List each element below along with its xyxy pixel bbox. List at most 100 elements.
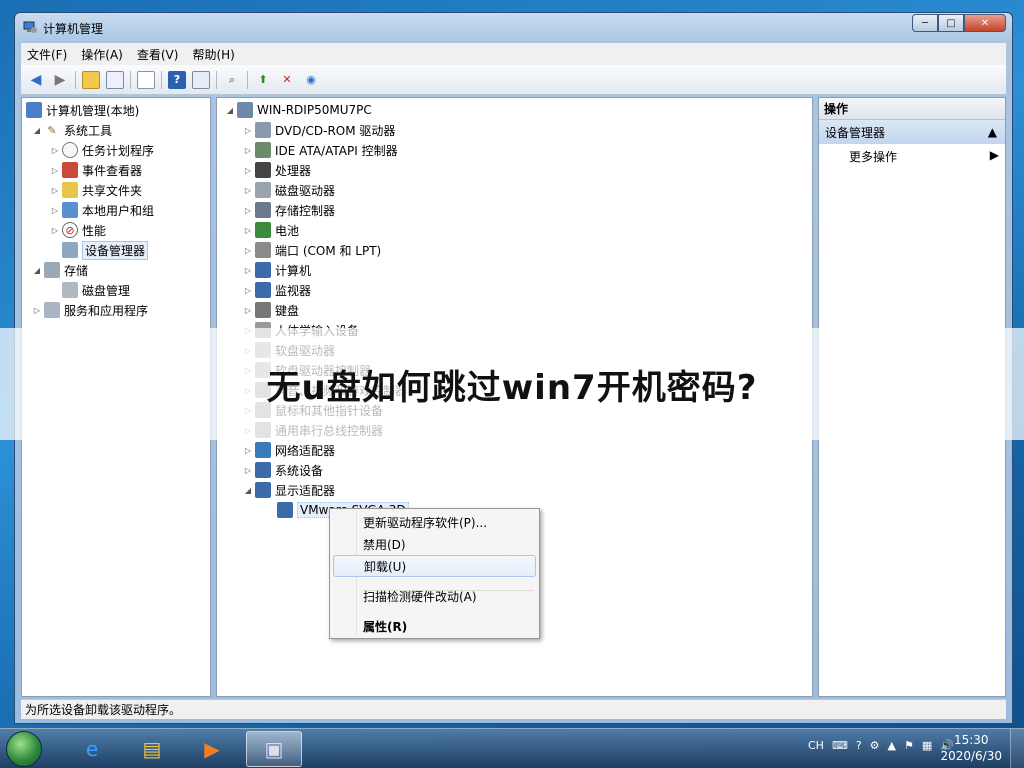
device-category-item[interactable]: ▷ 监视器 bbox=[243, 280, 311, 300]
device-category-item[interactable]: ▷ 磁盘驱动器 bbox=[243, 180, 335, 200]
scan-hardware-icon[interactable]: ⌕ bbox=[223, 71, 241, 89]
tree-item-system-tools[interactable]: ◢ ✎ 系统工具 bbox=[32, 120, 112, 140]
display-adapter-icon bbox=[277, 502, 293, 518]
maximize-button[interactable]: □ bbox=[938, 14, 964, 32]
collapsed-arrow-icon[interactable]: ▷ bbox=[243, 226, 253, 235]
device-category-item[interactable]: ▷ 存储控制器 bbox=[243, 200, 335, 220]
clock[interactable]: 15:30 2020/6/30 bbox=[940, 732, 1002, 764]
collapsed-arrow-icon[interactable]: ▷ bbox=[50, 186, 60, 195]
show-hidden-icons[interactable]: ▲ bbox=[888, 739, 896, 752]
title-bar[interactable]: 计算机管理 ─ □ ✕ bbox=[15, 13, 1012, 41]
actions-section-label: 设备管理器 bbox=[825, 125, 886, 140]
device-category-item[interactable]: ▷ 系统设备 bbox=[243, 460, 323, 480]
tree-item-services[interactable]: ▷ 服务和应用程序 bbox=[32, 300, 148, 320]
collapsed-arrow-icon[interactable]: ▷ bbox=[243, 446, 253, 455]
help-tray-icon[interactable]: ? bbox=[856, 739, 862, 752]
device-category-label: 键盘 bbox=[275, 303, 300, 318]
device-category-label: 显示适配器 bbox=[275, 483, 336, 498]
media-player-icon[interactable]: ▶ bbox=[184, 731, 240, 767]
disable-menu-item[interactable]: 禁用(D) bbox=[333, 533, 536, 555]
show-hide-tree-icon[interactable] bbox=[106, 70, 124, 89]
forward-icon[interactable]: ▶ bbox=[51, 71, 69, 89]
show-desktop-button[interactable] bbox=[1010, 729, 1024, 768]
device-category-item[interactable]: ▷ DVD/CD-ROM 驱动器 bbox=[243, 120, 395, 140]
settings-tray-icon[interactable]: ⚙ bbox=[870, 739, 880, 752]
collapsed-arrow-icon[interactable]: ▷ bbox=[243, 246, 253, 255]
clock-time: 15:30 bbox=[953, 733, 989, 747]
file-explorer-icon[interactable]: ▤ bbox=[124, 731, 180, 767]
expanded-arrow-icon[interactable]: ◢ bbox=[32, 266, 42, 275]
collapsed-arrow-icon[interactable]: ▷ bbox=[50, 206, 60, 215]
properties-icon[interactable] bbox=[192, 70, 210, 89]
collapsed-arrow-icon[interactable]: ▷ bbox=[243, 166, 253, 175]
device-category-label: IDE ATA/ATAPI 控制器 bbox=[275, 143, 398, 158]
tree-label: 性能 bbox=[82, 223, 107, 238]
collapsed-arrow-icon[interactable]: ▷ bbox=[243, 186, 253, 195]
device-category-label: 计算机 bbox=[275, 263, 312, 278]
collapsed-arrow-icon[interactable]: ▷ bbox=[243, 306, 253, 315]
network-icon[interactable]: ▦ bbox=[922, 739, 932, 752]
menu-help[interactable]: 帮助(H) bbox=[192, 46, 234, 63]
collapsed-arrow-icon[interactable]: ▷ bbox=[243, 126, 253, 135]
more-actions[interactable]: 更多操作 ▶ bbox=[849, 148, 999, 165]
collapsed-arrow-icon[interactable]: ▷ bbox=[243, 286, 253, 295]
update-driver-icon[interactable]: ⬆ bbox=[254, 71, 272, 89]
device-category-item[interactable]: ▷ 计算机 bbox=[243, 260, 311, 280]
expanded-arrow-icon[interactable]: ◢ bbox=[225, 106, 235, 115]
device-category-item[interactable]: ▷ 键盘 bbox=[243, 300, 299, 320]
tree-item-local-users[interactable]: ▷ 本地用户和组 bbox=[50, 200, 154, 220]
flag-icon[interactable]: ⚑ bbox=[904, 739, 914, 752]
back-icon[interactable]: ◀ bbox=[27, 71, 45, 89]
start-button[interactable] bbox=[6, 731, 42, 767]
collapsed-arrow-icon[interactable]: ▷ bbox=[243, 266, 253, 275]
computer-management-icon bbox=[26, 102, 42, 118]
device-root[interactable]: ◢ WIN-RDIP50MU7PC bbox=[225, 100, 372, 120]
collapsed-arrow-icon[interactable]: ▷ bbox=[50, 166, 60, 175]
tree-item-performance[interactable]: ▷ ⊘ 性能 bbox=[50, 220, 106, 240]
uninstall-menu-item[interactable]: 卸载(U) bbox=[333, 555, 536, 577]
performance-icon: ⊘ bbox=[62, 222, 78, 238]
up-folder-icon[interactable] bbox=[82, 70, 100, 89]
collapsed-arrow-icon[interactable]: ▷ bbox=[32, 306, 42, 315]
device-category-item[interactable]: ▷ 处理器 bbox=[243, 160, 311, 180]
tree-item-computer-management[interactable]: 计算机管理(本地) bbox=[24, 100, 139, 120]
computer-management-taskbar-icon[interactable]: ▣ bbox=[246, 731, 302, 767]
tree-item-storage[interactable]: ◢ 存储 bbox=[32, 260, 88, 280]
device-category-item[interactable]: ▷ 电池 bbox=[243, 220, 299, 240]
close-button[interactable]: ✕ bbox=[964, 14, 1006, 32]
device-category-label: 网络适配器 bbox=[275, 443, 336, 458]
tree-item-device-manager[interactable]: 设备管理器 bbox=[60, 240, 149, 260]
language-indicator[interactable]: CH bbox=[808, 739, 824, 752]
export-list-icon[interactable] bbox=[137, 70, 155, 89]
expanded-arrow-icon[interactable]: ◢ bbox=[243, 486, 253, 495]
collapsed-arrow-icon[interactable]: ▷ bbox=[50, 146, 60, 155]
menu-file[interactable]: 文件(F) bbox=[27, 46, 67, 63]
tree-item-event-viewer[interactable]: ▷ 事件查看器 bbox=[50, 160, 142, 180]
collapsed-arrow-icon[interactable]: ▷ bbox=[243, 466, 253, 475]
device-category-item[interactable]: ▷ 网络适配器 bbox=[243, 440, 335, 460]
collapsed-arrow-icon[interactable]: ▷ bbox=[50, 226, 60, 235]
collapsed-arrow-icon[interactable]: ▷ bbox=[243, 146, 253, 155]
enable-device-icon[interactable]: ◉ bbox=[302, 71, 320, 89]
tree-item-task-scheduler[interactable]: ▷ 任务计划程序 bbox=[50, 140, 154, 160]
collapse-up-icon[interactable]: ▲ bbox=[988, 125, 997, 139]
scan-hardware-menu-item[interactable]: 扫描检测硬件改动(A) bbox=[333, 585, 536, 607]
properties-menu-item[interactable]: 属性(R) bbox=[333, 615, 536, 637]
device-category-item[interactable]: ▷ IDE ATA/ATAPI 控制器 bbox=[243, 140, 398, 160]
update-driver-menu-item[interactable]: 更新驱动程序软件(P)... bbox=[333, 511, 536, 533]
menu-action[interactable]: 操作(A) bbox=[81, 46, 123, 63]
internet-explorer-icon[interactable]: e bbox=[64, 731, 120, 767]
uninstall-icon[interactable]: ✕ bbox=[278, 71, 296, 89]
device-category-item[interactable]: ▷ 端口 (COM 和 LPT) bbox=[243, 240, 381, 260]
collapsed-arrow-icon[interactable]: ▷ bbox=[243, 206, 253, 215]
help-icon[interactable]: ? bbox=[168, 70, 186, 89]
system-tray: CH ⌨ ? ⚙ ▲ ⚑ ▦ 🔊 bbox=[800, 739, 954, 752]
tree-item-disk-management[interactable]: 磁盘管理 bbox=[60, 280, 130, 300]
tree-item-shared-folders[interactable]: ▷ 共享文件夹 bbox=[50, 180, 142, 200]
actions-section-device-manager[interactable]: 设备管理器 ▲ bbox=[819, 120, 1005, 144]
minimize-button[interactable]: ─ bbox=[912, 14, 938, 32]
keyboard-icon[interactable]: ⌨ bbox=[832, 739, 848, 752]
menu-view[interactable]: 查看(V) bbox=[137, 46, 179, 63]
expanded-arrow-icon[interactable]: ◢ bbox=[32, 126, 42, 135]
device-category-item[interactable]: ◢ 显示适配器 bbox=[243, 480, 335, 500]
